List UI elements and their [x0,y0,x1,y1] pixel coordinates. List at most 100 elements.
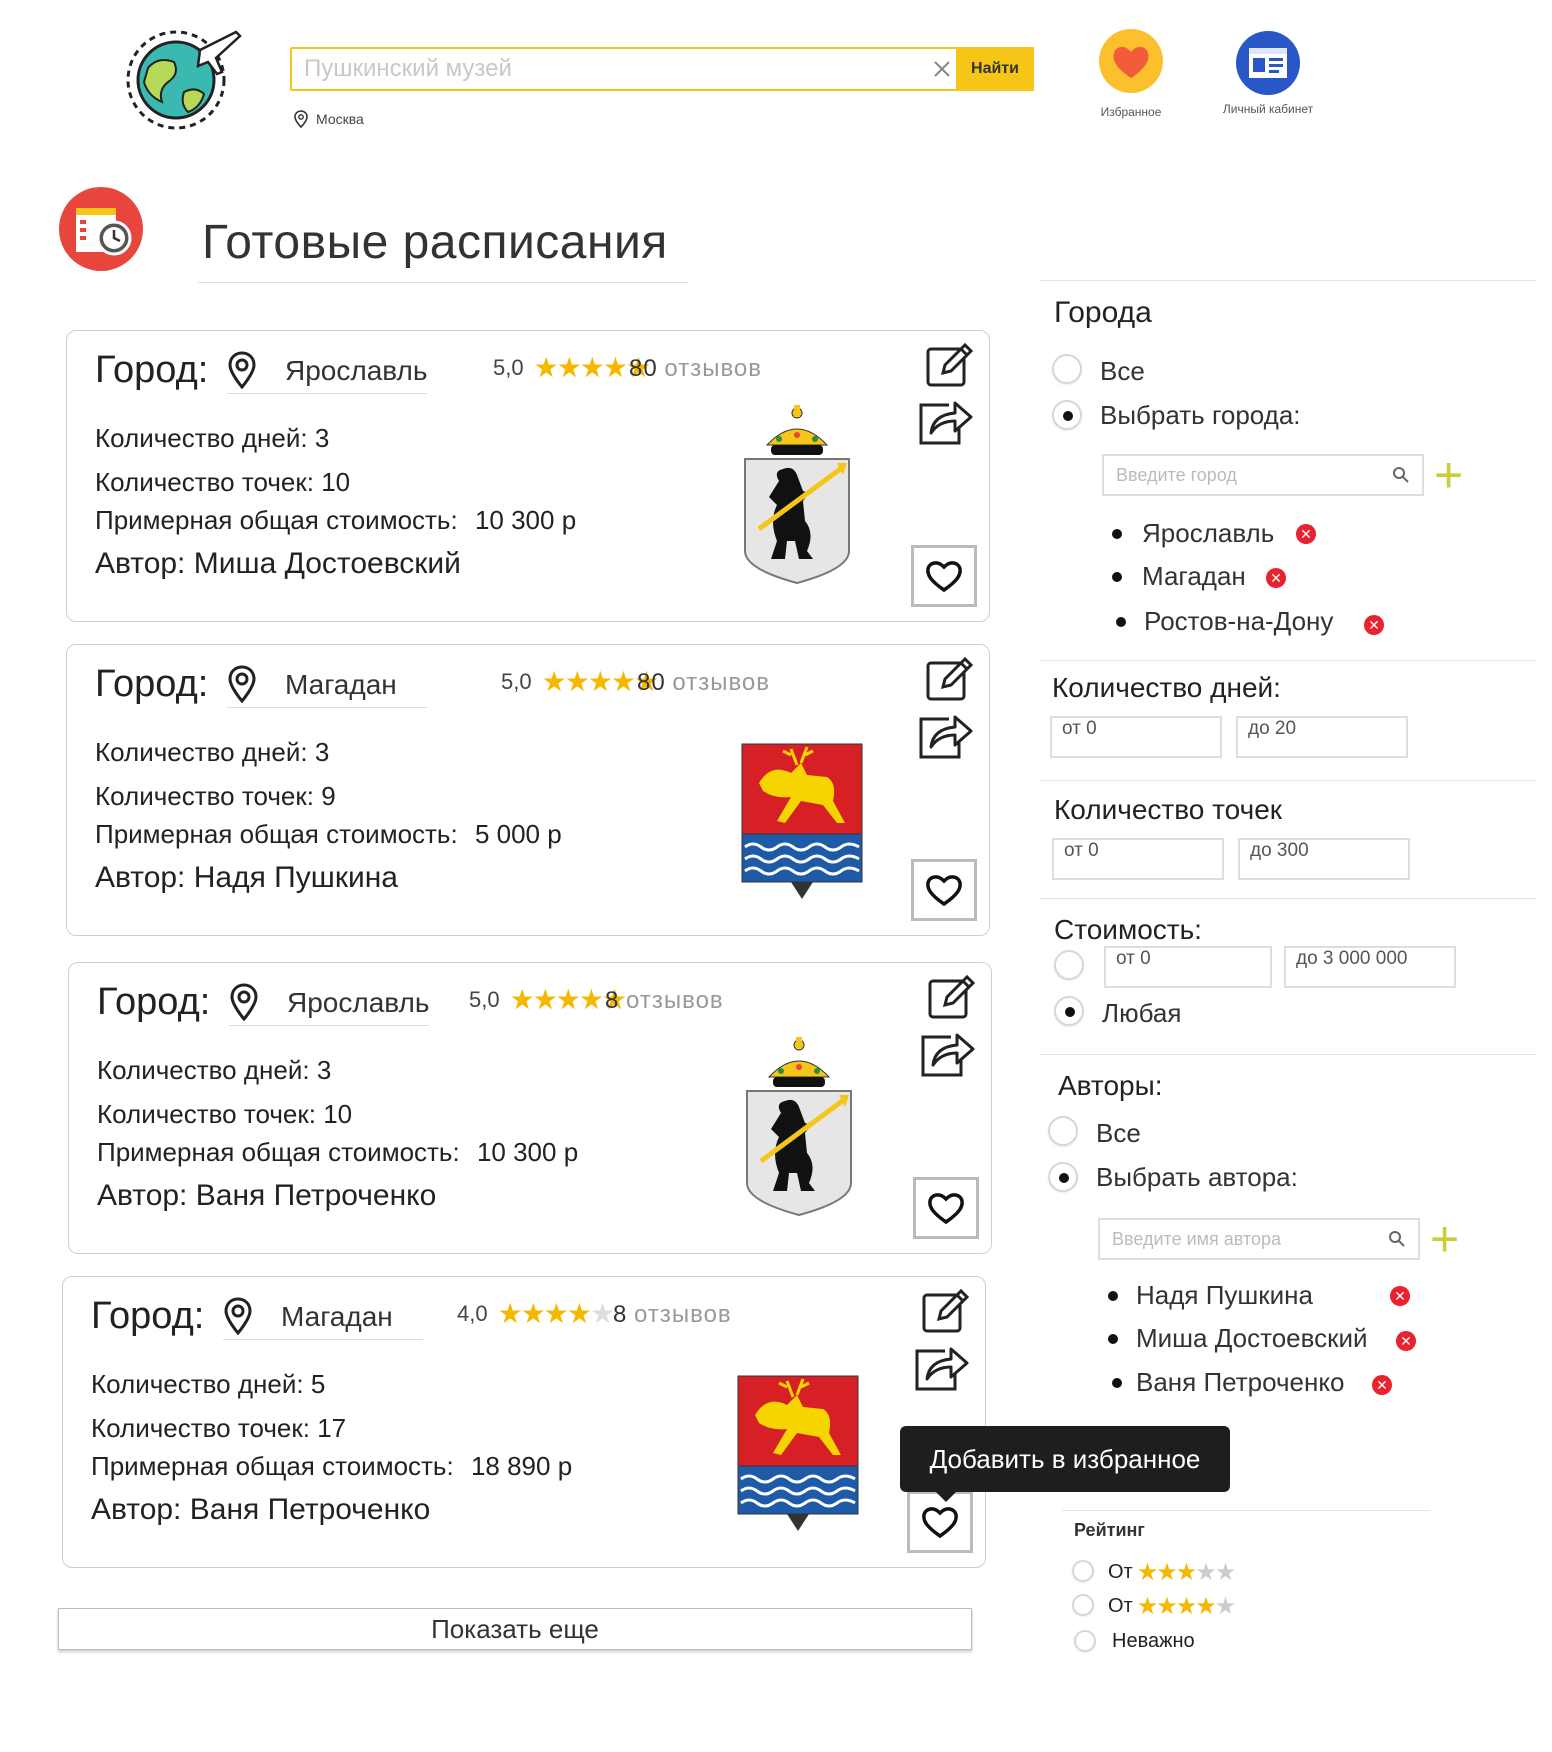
reviews-word: отзывов [672,669,771,696]
share-icon[interactable] [917,709,973,761]
reviews-count: 8 [613,1301,628,1328]
add-to-favorites-button[interactable] [911,545,977,607]
share-icon[interactable] [917,395,973,447]
close-icon[interactable] [928,55,956,83]
reviews-link[interactable]: 8 отзывов [613,1301,732,1329]
schedule-card[interactable]: Город: Магадан 4,0 ★★★★★ 8 отзывов Колич… [62,1276,986,1568]
remove-city-button[interactable]: ✕ [1266,568,1286,588]
selected-city: Ростов-на-Дону [1144,606,1334,636]
edit-icon[interactable] [925,341,973,389]
cost-range-radio[interactable] [1054,950,1084,980]
rating-from4-radio[interactable] [1072,1594,1094,1616]
points-label: Количество точек: [95,467,314,497]
city-search-input[interactable] [1102,454,1424,496]
authors-all-radio[interactable] [1048,1116,1078,1146]
remove-city-button[interactable]: ✕ [1296,524,1316,544]
cost-value: 5 000 р [474,819,562,849]
rating-stars: ★★★★★ [497,1298,616,1329]
search-button[interactable]: Найти [956,47,1034,91]
city-underline [227,707,427,708]
search-input[interactable] [292,49,952,89]
divider [1062,1510,1430,1511]
site-logo[interactable] [118,20,248,132]
location-selector[interactable]: Москва [294,110,364,128]
points-heading: Количество точек [1054,794,1283,825]
show-more-button[interactable]: Показать еще [58,1608,972,1650]
days-value: 3 [316,1055,332,1085]
cost-from-input[interactable]: от 0 [1104,946,1272,988]
schedule-card[interactable]: Город: Ярославль 5,0 ★★★★★ 80 отзывов Ко… [66,330,990,622]
points-label: Количество точек: [91,1413,310,1443]
add-to-favorites-button[interactable] [911,859,977,921]
heart-icon [926,561,962,593]
cost-any-label: Любая [1102,998,1182,1028]
location-text: Москва [316,111,364,127]
remove-author-button[interactable]: ✕ [1372,1375,1392,1395]
reviews-link[interactable]: 8 отзывов [605,987,724,1015]
favorites-link[interactable]: Избранное [1098,28,1164,119]
rating-from4-option[interactable]: От ★★★★★ [1108,1592,1236,1621]
city-name[interactable]: Магадан [281,1301,393,1333]
share-icon[interactable] [919,1027,975,1079]
edit-icon[interactable] [921,1287,969,1335]
points-value: 9 [321,781,336,811]
author-search-input[interactable] [1098,1218,1420,1260]
bullet [1108,1291,1118,1301]
city-name[interactable]: Ярославль [285,355,427,387]
remove-author-button[interactable]: ✕ [1390,1286,1410,1306]
authors-choose-radio[interactable] [1048,1162,1078,1192]
author-name[interactable]: Ваня Петроченко [190,1493,431,1526]
points-to-input[interactable]: до 300 [1238,838,1410,880]
rating-value: 5,0 [469,986,500,1012]
days-to-input[interactable]: до 20 [1236,716,1408,758]
points-label: Количество точек: [95,781,314,811]
share-icon[interactable] [913,1341,969,1393]
add-author-button[interactable]: + [1430,1214,1459,1264]
remove-city-button[interactable]: ✕ [1364,615,1384,635]
author-name[interactable]: Надя Пушкина [194,861,398,894]
rating-from3-option[interactable]: От ★★★★★ [1108,1558,1236,1587]
reviews-link[interactable]: 80 отзывов [629,355,762,383]
location-pin-icon [228,665,256,703]
rating-any-option[interactable]: Неважно [1112,1630,1195,1653]
cost-any-radio[interactable] [1054,996,1084,1026]
city-name[interactable]: Ярославль [287,987,429,1019]
city-name[interactable]: Магадан [285,669,397,701]
author-name[interactable]: Ваня Петроченко [196,1179,437,1212]
city-underline [229,1025,429,1026]
rating-from3-radio[interactable] [1072,1560,1094,1582]
heart-icon [926,875,962,907]
author-name[interactable]: Миша Достоевский [194,547,461,580]
points-from-input[interactable]: от 0 [1052,838,1224,880]
selected-author: Надя Пушкина [1136,1280,1313,1310]
city-label: Город: [95,349,209,391]
reviews-word: отзывов [626,987,724,1014]
days-from-input[interactable]: от 0 [1050,716,1222,758]
points-line: Количество точек: 10 [97,1099,352,1130]
location-pin-icon [230,983,258,1021]
cost-to-input[interactable]: до 3 000 000 [1284,946,1456,988]
rating-any-radio[interactable] [1074,1630,1096,1652]
author-line: Автор: Надя Пушкина [95,861,398,895]
remove-author-button[interactable]: ✕ [1396,1331,1416,1351]
add-to-favorites-button[interactable] [913,1177,979,1239]
schedule-card[interactable]: Город: Магадан 5,0 ★★★★★ 80 отзывов Коли… [66,644,990,936]
cost-value: 10 300 р [476,1137,579,1167]
heart-icon [1099,29,1163,93]
bullet [1108,1334,1118,1344]
cost-line: Примерная общая стоимость: 10 300 р [95,505,576,536]
author-line: Автор: Ваня Петроченко [97,1179,436,1213]
divider [1040,1054,1536,1055]
schedule-card[interactable]: Город: Ярославль 5,0 ★★★★★ 8 отзывов Кол… [68,962,992,1254]
cities-all-radio[interactable] [1052,354,1082,384]
add-city-button[interactable]: + [1434,450,1463,500]
reviews-link[interactable]: 80 отзывов [637,669,770,697]
city-label: Город: [97,981,211,1023]
author-label: Автор: [97,1179,188,1212]
cities-choose-radio[interactable] [1052,400,1082,430]
cost-heading: Стоимость: [1054,914,1202,945]
account-link[interactable]: Личный кабинет [1208,30,1328,116]
edit-icon[interactable] [925,655,973,703]
rating-value: 5,0 [501,668,532,694]
edit-icon[interactable] [927,973,975,1021]
